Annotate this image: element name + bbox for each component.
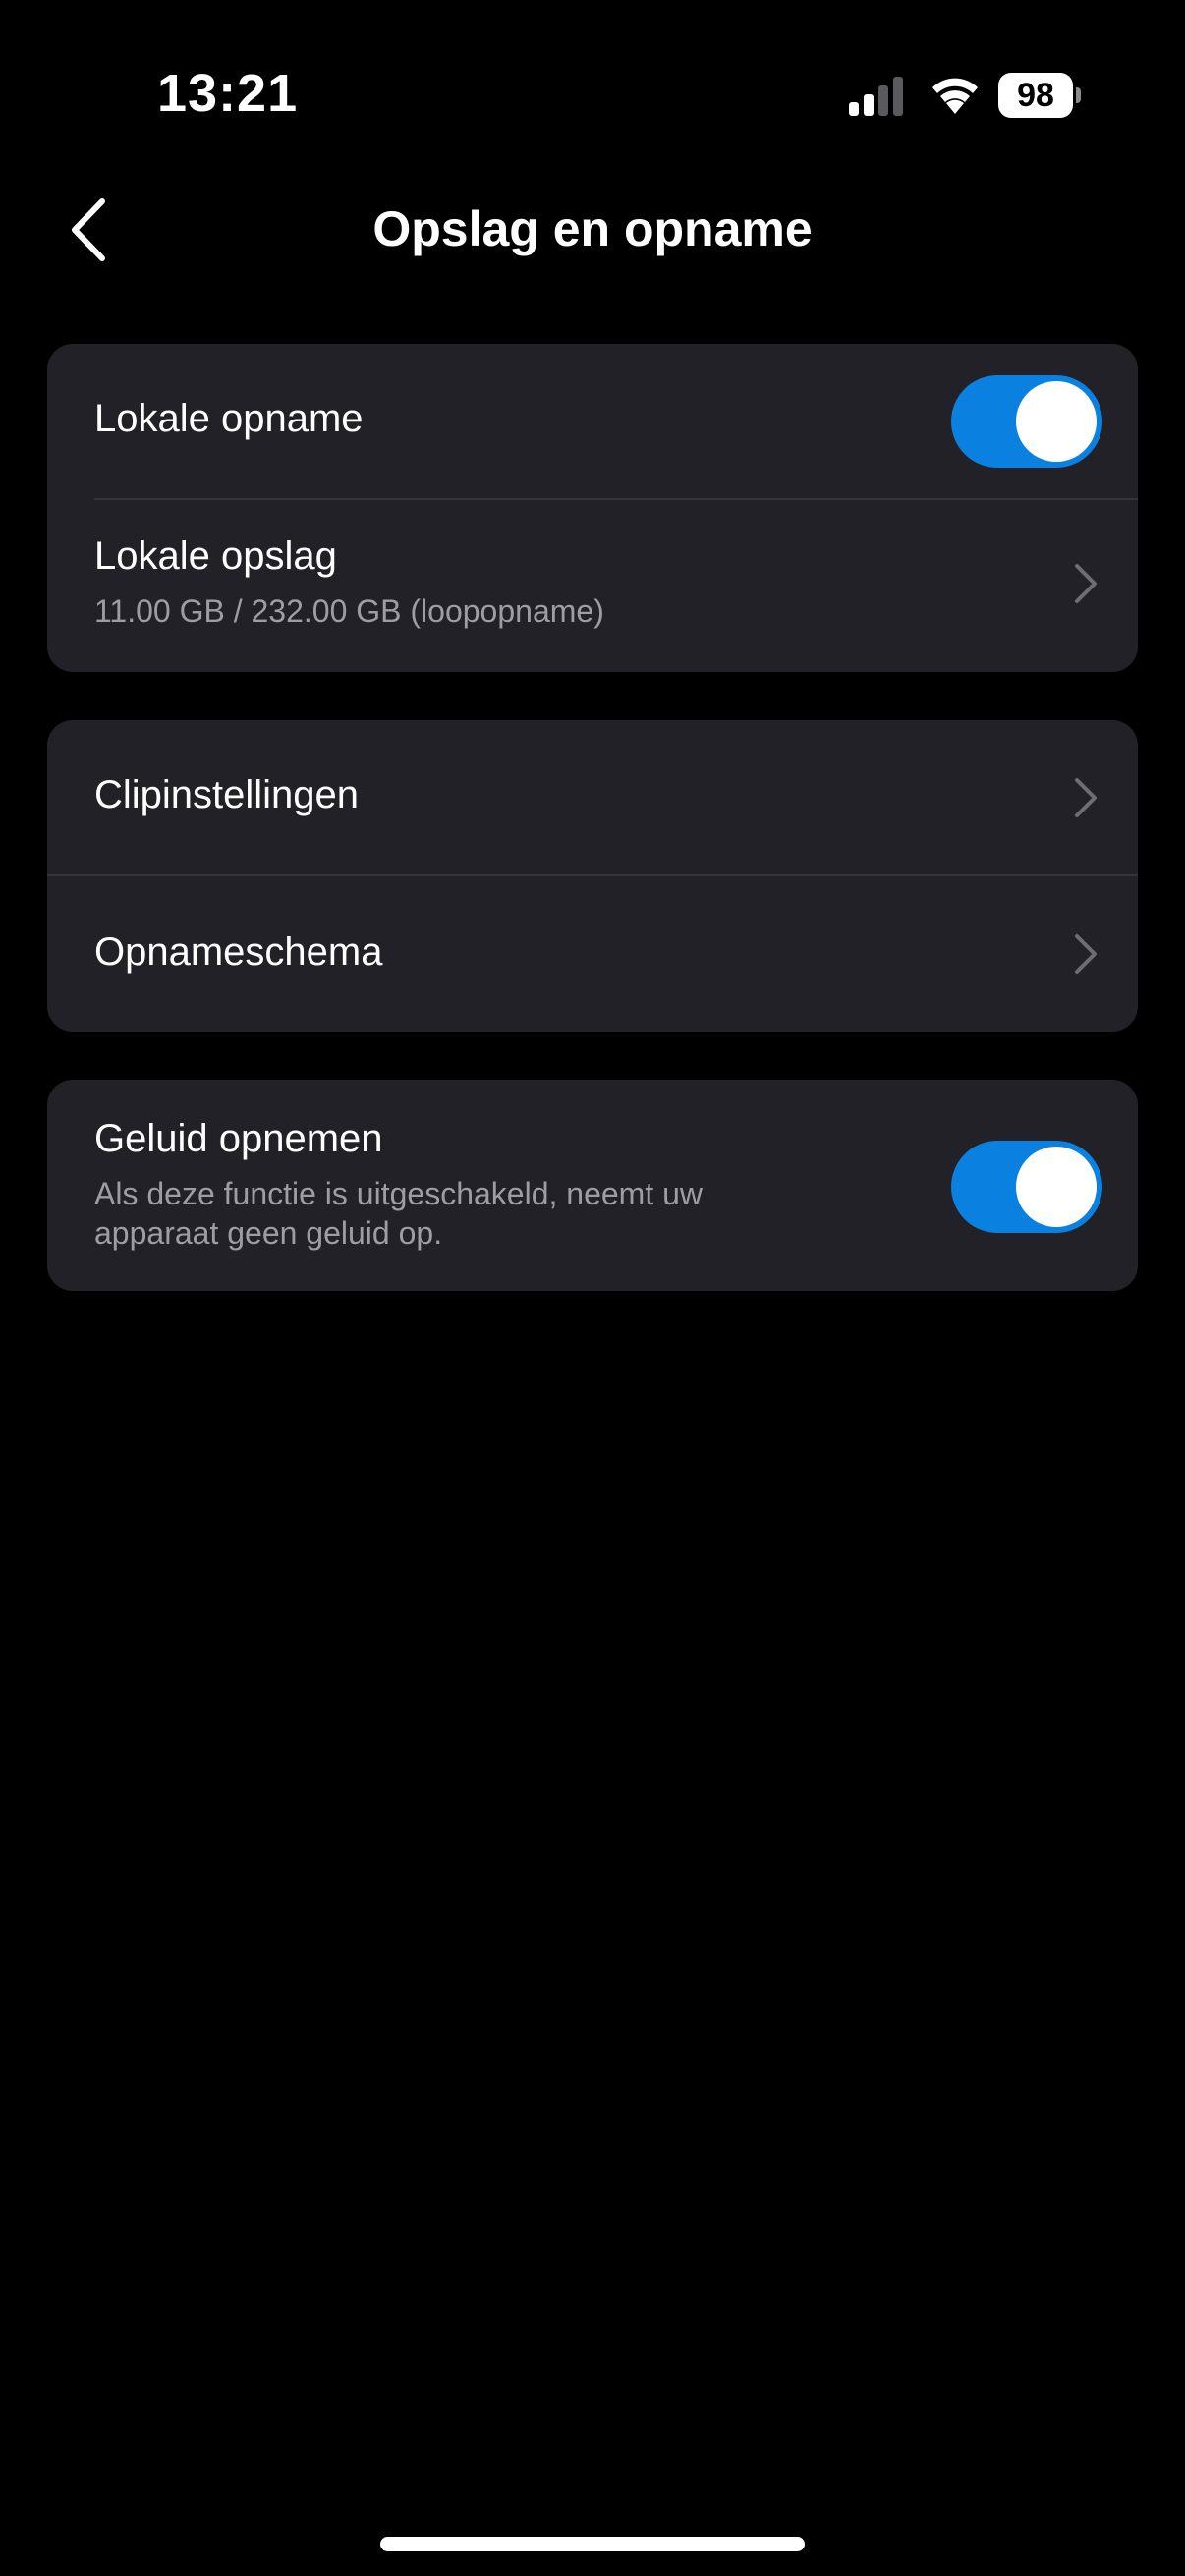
chevron-right-icon (1075, 564, 1097, 603)
local-recording-label: Lokale opname (94, 397, 364, 440)
battery-icon: 98 (998, 73, 1081, 118)
home-indicator[interactable] (380, 2537, 805, 2551)
wifi-icon (932, 78, 978, 114)
chevron-right-icon (1075, 778, 1097, 817)
status-bar: 13:21 98 (0, 0, 1185, 187)
local-storage-row[interactable]: Lokale opslag 11.00 GB / 232.00 GB (loop… (47, 499, 1138, 672)
clip-schedule-card: Clipinstellingen Opnameschema (47, 720, 1138, 1032)
recording-schedule-row[interactable]: Opnameschema (47, 875, 1138, 1032)
battery-level: 98 (1017, 76, 1054, 114)
audio-recording-label: Geluid opnemen (94, 1117, 383, 1160)
page-title: Opslag en opname (372, 201, 813, 256)
chevron-right-icon (1075, 934, 1097, 974)
chevron-left-icon (72, 198, 105, 261)
audio-recording-toggle[interactable] (951, 1141, 1102, 1233)
audio-recording-description-line1: Als deze functie is uitgeschakeld, neemt… (94, 1176, 703, 1211)
audio-recording-description-line2: apparaat geen geluid op. (94, 1215, 443, 1251)
recording-storage-card: Lokale opname Lokale opslag 11.00 GB / 2… (47, 344, 1138, 672)
local-storage-usage: 11.00 GB / 232.00 GB (loopopname) (94, 593, 604, 629)
toggle-knob (1016, 381, 1097, 462)
local-recording-toggle[interactable] (951, 375, 1102, 468)
audio-recording-card: Geluid opnemen Als deze functie is uitge… (47, 1080, 1138, 1291)
local-recording-row: Lokale opname (47, 344, 1138, 499)
back-button[interactable] (49, 191, 128, 269)
toggle-knob (1016, 1147, 1097, 1227)
battery-body: 98 (998, 73, 1073, 118)
status-time: 13:21 (157, 64, 299, 123)
signal-icon (849, 77, 903, 116)
nav-bar: Opslag en opname (0, 177, 1185, 285)
local-storage-label: Lokale opslag (94, 534, 337, 578)
clip-settings-label: Clipinstellingen (94, 773, 360, 816)
recording-schedule-label: Opnameschema (94, 930, 383, 974)
clip-settings-row[interactable]: Clipinstellingen (47, 720, 1138, 875)
audio-recording-row: Geluid opnemen Als deze functie is uitge… (47, 1080, 1138, 1291)
battery-tip (1076, 87, 1081, 103)
